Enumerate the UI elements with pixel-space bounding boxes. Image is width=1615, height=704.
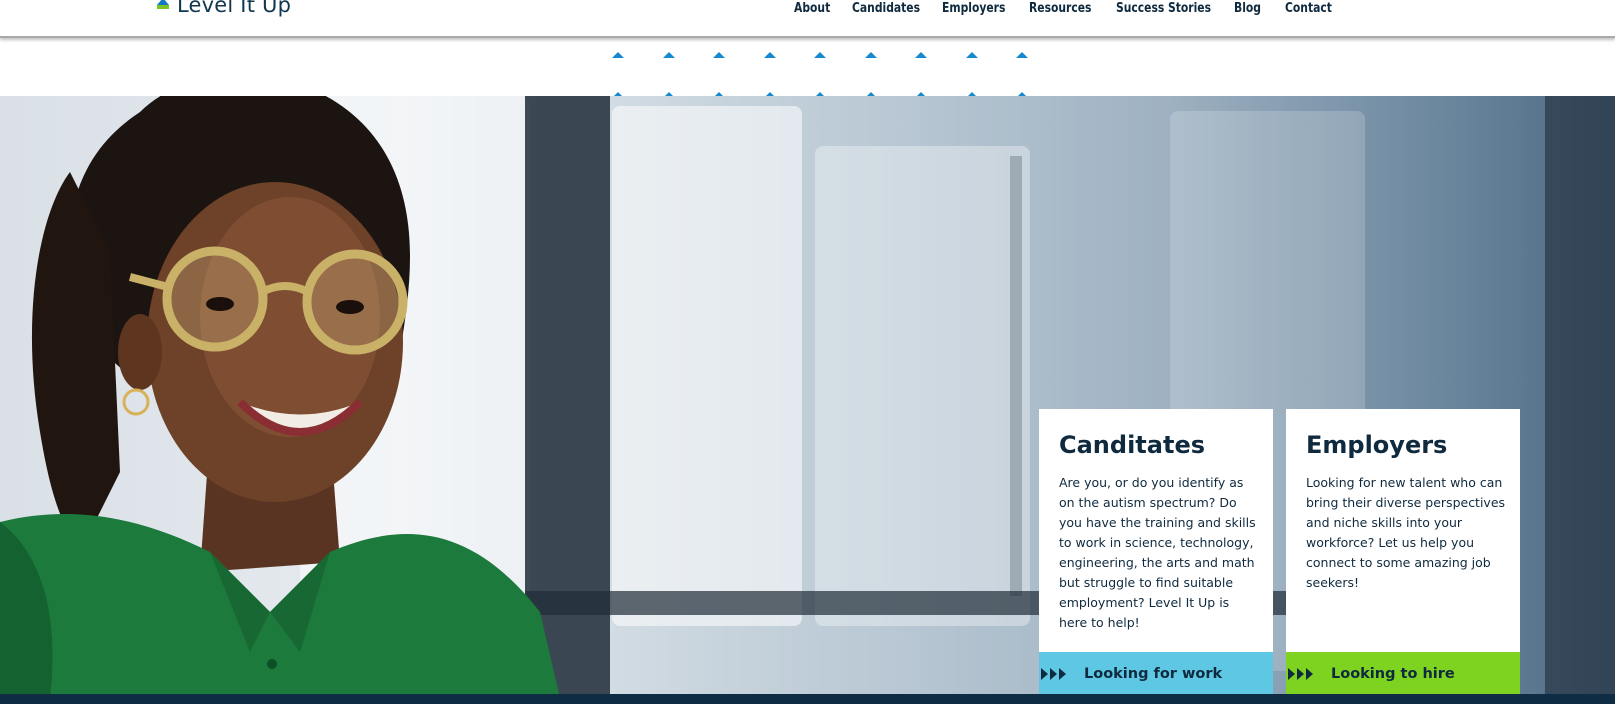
candidates-card: Canditates Are you, or do you identify a… bbox=[1039, 409, 1273, 695]
employers-card: Employers Looking for new talent who can… bbox=[1286, 409, 1520, 695]
nav-blog[interactable]: Blog bbox=[1234, 0, 1281, 18]
looking-to-hire-label: Looking to hire bbox=[1331, 665, 1455, 682]
nav-about[interactable]: About bbox=[794, 0, 847, 18]
looking-to-hire-button[interactable]: Looking to hire bbox=[1286, 652, 1520, 695]
nav-resources[interactable]: Resources bbox=[1029, 0, 1109, 18]
logo-mark-icon bbox=[157, 0, 169, 12]
site-logo[interactable]: Level It Up bbox=[157, 0, 291, 18]
smiling-woman-photo bbox=[0, 96, 560, 694]
triangle-decoration-icon bbox=[915, 52, 927, 58]
triangle-decoration-icon bbox=[763, 52, 776, 58]
footer-band bbox=[0, 694, 1615, 704]
triple-chevron-right-icon bbox=[1288, 667, 1315, 680]
looking-for-work-button[interactable]: Looking for work bbox=[1039, 652, 1273, 695]
triple-chevron-right-icon bbox=[1041, 667, 1068, 680]
triangle-decoration-icon bbox=[1016, 52, 1028, 58]
nav-employers[interactable]: Employers bbox=[942, 0, 1022, 18]
triangle-decoration-icon bbox=[864, 52, 877, 58]
nav-success-stories[interactable]: Success Stories bbox=[1116, 0, 1225, 18]
triangle-decoration-icon bbox=[965, 52, 978, 58]
logo-text: Level It Up bbox=[177, 0, 292, 17]
nav-candidates[interactable]: Candidates bbox=[852, 0, 935, 18]
triangle-decoration-icon bbox=[612, 52, 624, 58]
looking-for-work-label: Looking for work bbox=[1084, 665, 1223, 682]
triangle-decoration-icon bbox=[713, 52, 725, 58]
candidates-card-title: Canditates bbox=[1059, 431, 1206, 459]
main-nav: About Candidates Employers Resources Suc… bbox=[794, 0, 1345, 18]
site-header: Level It Up About Candidates Employers R… bbox=[0, 0, 1615, 38]
nav-contact[interactable]: Contact bbox=[1285, 0, 1340, 18]
employers-card-body: Looking for new talent who can bring the… bbox=[1306, 475, 1506, 590]
triangle-decoration-icon bbox=[814, 52, 826, 58]
candidates-card-body: Are you, or do you identify as on the au… bbox=[1059, 475, 1256, 630]
employers-card-title: Employers bbox=[1306, 431, 1448, 459]
triangle-decoration-icon bbox=[662, 52, 675, 58]
triangle-pattern-decoration bbox=[612, 52, 1032, 100]
